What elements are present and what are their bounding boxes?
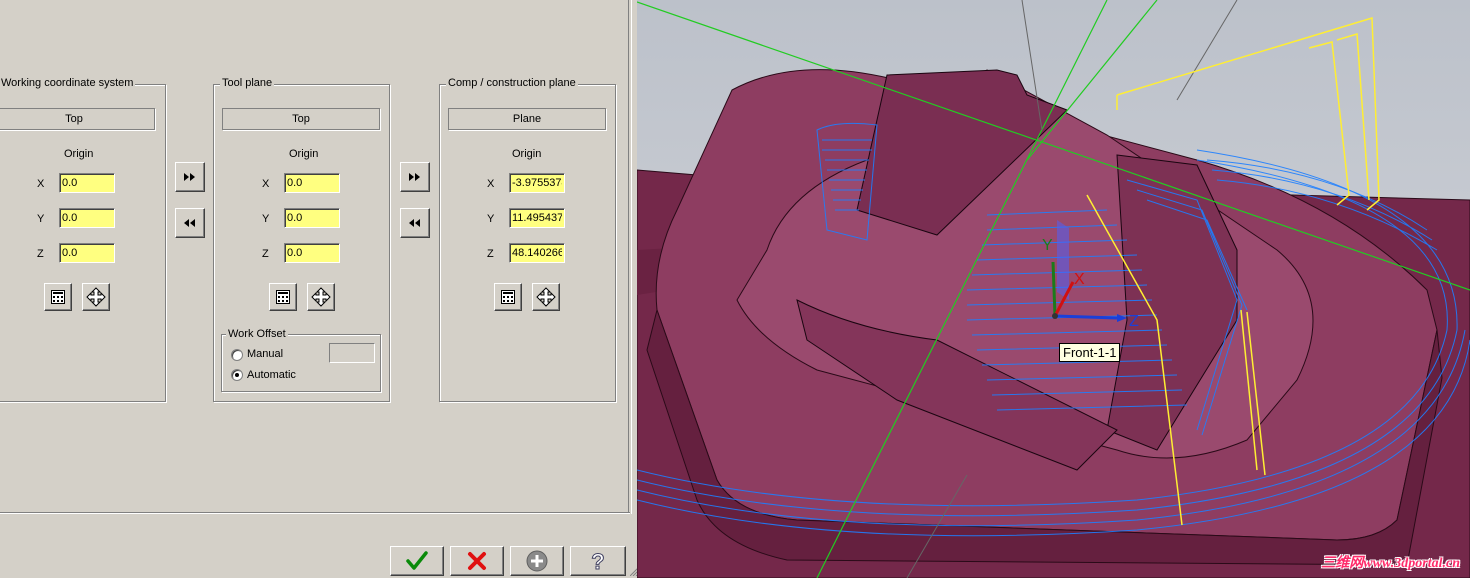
tool-plane-x-label: X [262, 178, 270, 190]
wcs-x-label: X [37, 178, 45, 190]
dialog-horizontal-divider [0, 512, 630, 514]
move-arrows-icon [311, 287, 331, 307]
wcs-y-field[interactable] [59, 208, 115, 228]
comp-plane-z-label: Z [487, 248, 494, 260]
graphics-viewport[interactable]: Y X Z Front-1-1 三维网www.3dportal.cn [637, 0, 1470, 578]
copy-right-button-1[interactable] [175, 162, 205, 192]
question-icon: ? [591, 549, 605, 573]
svg-text:Y: Y [1042, 237, 1053, 254]
wcs-z-field[interactable] [59, 243, 115, 263]
tool-plane-x-field[interactable] [284, 173, 340, 193]
svg-text:Z: Z [1129, 313, 1139, 330]
double-arrow-left-icon [184, 219, 195, 227]
axis-y-line [1051, 261, 1057, 317]
comp-plane-move-button[interactable] [532, 283, 560, 311]
tool-plane-group-title: Tool plane [220, 77, 275, 89]
copy-left-button-1[interactable] [175, 208, 205, 238]
tool-plane-y-field[interactable] [284, 208, 340, 228]
tool-plane-z-field[interactable] [284, 243, 340, 263]
tool-plane-calculator-button[interactable] [269, 283, 297, 311]
svg-text:?: ? [591, 549, 604, 573]
tool-plane-origin-label: Origin [289, 148, 319, 160]
comp-plane-y-field[interactable] [509, 208, 565, 228]
add-button[interactable] [510, 546, 564, 576]
comp-plane-x-label: X [487, 178, 495, 190]
plus-icon [526, 550, 548, 572]
planes-dialog: Working coordinate system Top Origin X Y… [0, 0, 638, 578]
tool-plane-y-label: Y [262, 213, 270, 225]
manual-label: Manual [247, 348, 284, 360]
copy-right-button-2[interactable] [400, 162, 430, 192]
double-arrow-right-icon [184, 173, 195, 181]
comp-plane-origin-label: Origin [512, 148, 542, 160]
ok-button[interactable] [390, 546, 444, 576]
comp-plane-calculator-button[interactable] [494, 283, 522, 311]
move-arrows-icon [536, 287, 556, 307]
work-offset-group: Work Offset Manual Automatic [221, 328, 381, 392]
checkmark-icon [406, 551, 428, 570]
comp-plane-z-field[interactable] [509, 243, 565, 263]
wcs-z-label: Z [37, 248, 44, 260]
plane-name-tooltip: Front-1-1 [1059, 343, 1121, 362]
manual-radio[interactable] [231, 349, 243, 361]
site-watermark: 三维网www.3dportal.cn [1321, 556, 1460, 571]
work-offset-field[interactable] [329, 343, 375, 363]
wcs-y-label: Y [37, 213, 45, 225]
automatic-label: Automatic [247, 369, 296, 381]
wcs-group: Working coordinate system Top Origin X Y… [0, 77, 166, 402]
automatic-radio[interactable] [231, 369, 243, 381]
svg-text:X: X [1074, 271, 1085, 288]
help-button[interactable]: ? [570, 546, 626, 576]
tool-plane-view-selector[interactable]: Top [222, 108, 380, 130]
dialog-vertical-divider [628, 0, 632, 514]
wcs-x-field[interactable] [59, 173, 115, 193]
comp-plane-group-title: Comp / construction plane [446, 77, 578, 89]
comp-plane-group: Comp / construction plane Plane Origin X… [439, 77, 616, 402]
double-arrow-left-icon [409, 219, 420, 227]
comp-plane-view-selector[interactable]: Plane [448, 108, 606, 130]
copy-left-button-2[interactable] [400, 208, 430, 238]
move-arrows-icon [86, 287, 106, 307]
calculator-icon [501, 290, 515, 304]
wcs-move-button[interactable] [82, 283, 110, 311]
tool-plane-z-label: Z [262, 248, 269, 260]
double-arrow-right-icon [409, 173, 420, 181]
calculator-icon [51, 290, 65, 304]
wcs-calculator-button[interactable] [44, 283, 72, 311]
calculator-icon [276, 290, 290, 304]
x-icon [468, 552, 486, 570]
work-offset-title: Work Offset [226, 328, 288, 340]
cad-model-render: Y X Z [637, 0, 1470, 578]
comp-plane-y-label: Y [487, 213, 495, 225]
tool-plane-group: Tool plane Top Origin X Y Z Work Offset … [213, 77, 390, 402]
wcs-origin-label: Origin [64, 148, 94, 160]
wcs-group-title: Working coordinate system [0, 77, 136, 89]
wcs-view-selector[interactable]: Top [0, 108, 155, 130]
axis-z-line [1054, 314, 1118, 320]
cancel-button[interactable] [450, 546, 504, 576]
tool-plane-move-button[interactable] [307, 283, 335, 311]
comp-plane-x-field[interactable] [509, 173, 565, 193]
